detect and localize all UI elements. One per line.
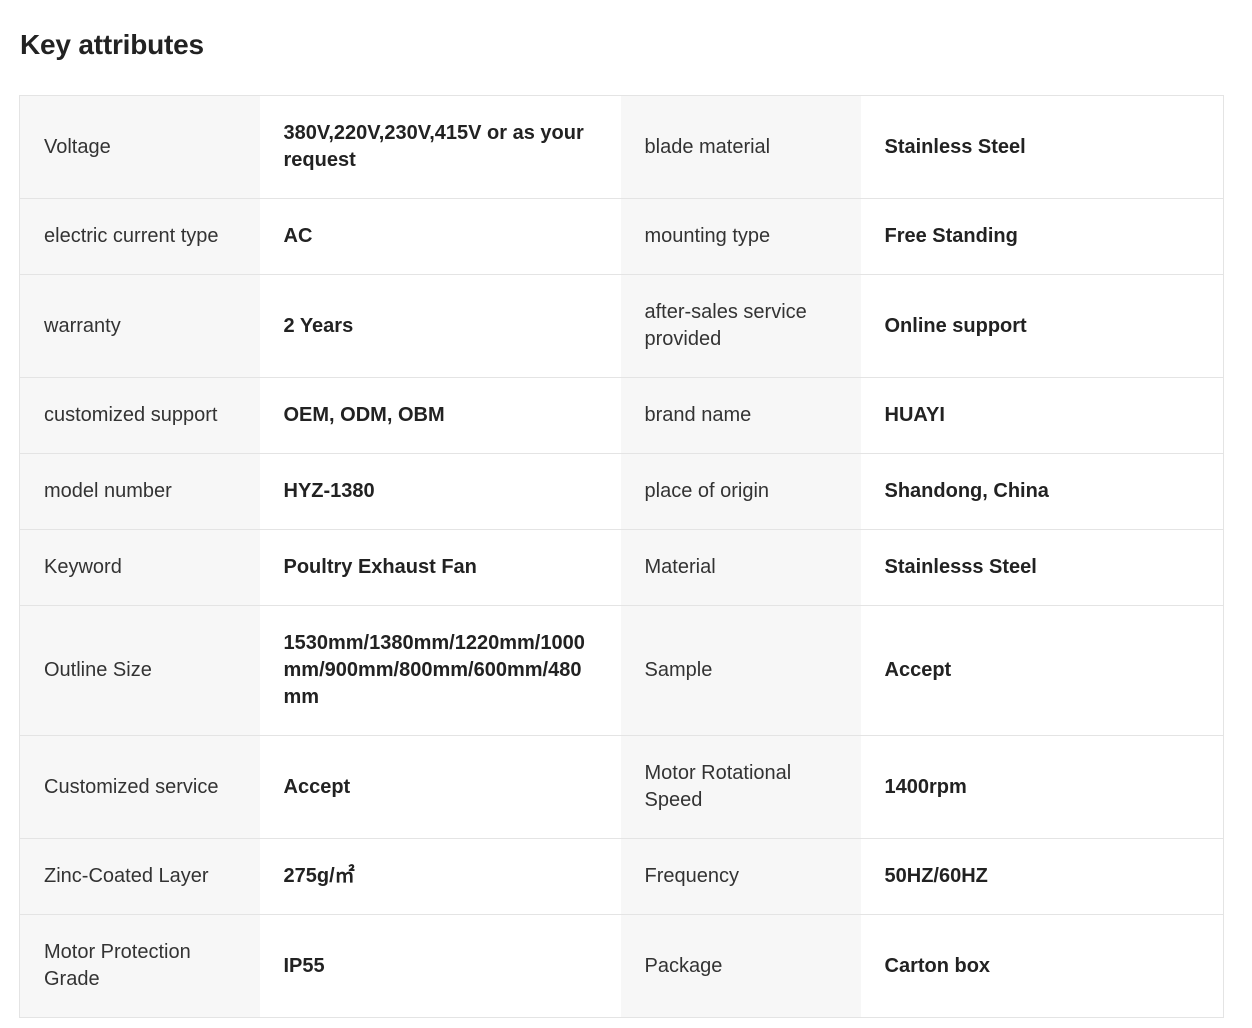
- attribute-label: Motor Protection Grade: [19, 914, 260, 1018]
- table-row: Zinc-Coated Layer 275g/㎡ Frequency 50HZ/…: [19, 838, 1224, 915]
- attribute-value: HYZ-1380: [259, 453, 621, 530]
- attribute-value: Stainlesss Steel: [860, 529, 1224, 606]
- attribute-value: Accept: [259, 735, 621, 839]
- attribute-label: Sample: [620, 605, 861, 736]
- attribute-value: IP55: [259, 914, 621, 1018]
- attribute-label: Package: [620, 914, 861, 1018]
- attribute-value: 1400rpm: [860, 735, 1224, 839]
- table-row: Customized service Accept Motor Rotation…: [19, 735, 1224, 839]
- attribute-label: customized support: [19, 377, 260, 454]
- attribute-label: Zinc-Coated Layer: [19, 838, 260, 915]
- attribute-value: AC: [259, 198, 621, 275]
- attribute-value: Poultry Exhaust Fan: [259, 529, 621, 606]
- attribute-label: Voltage: [19, 95, 260, 199]
- attribute-value: 50HZ/60HZ: [860, 838, 1224, 915]
- table-row: Voltage 380V,220V,230V,415V or as your r…: [19, 95, 1224, 199]
- table-row: customized support OEM, ODM, OBM brand n…: [19, 377, 1224, 454]
- attribute-label: after-sales service provided: [620, 274, 861, 378]
- table-row: electric current type AC mounting type F…: [19, 198, 1224, 275]
- attribute-value: 275g/㎡: [259, 838, 621, 915]
- attribute-value: OEM, ODM, OBM: [259, 377, 621, 454]
- attribute-value: Accept: [860, 605, 1224, 736]
- attribute-label: Customized service: [19, 735, 260, 839]
- attribute-value: Shandong, China: [860, 453, 1224, 530]
- attribute-value: Free Standing: [860, 198, 1224, 275]
- table-row: model number HYZ-1380 place of origin Sh…: [19, 453, 1224, 530]
- attribute-label: Material: [620, 529, 861, 606]
- attribute-label: Outline Size: [19, 605, 260, 736]
- attribute-label: Keyword: [19, 529, 260, 606]
- attribute-label: Motor Rotational Speed: [620, 735, 861, 839]
- attribute-value: Carton box: [860, 914, 1224, 1018]
- key-attributes-table: Voltage 380V,220V,230V,415V or as your r…: [19, 95, 1224, 1018]
- table-row: Keyword Poultry Exhaust Fan Material Sta…: [19, 529, 1224, 606]
- attribute-value: Online support: [860, 274, 1224, 378]
- attribute-label: electric current type: [19, 198, 260, 275]
- attribute-label: model number: [19, 453, 260, 530]
- attribute-value: 380V,220V,230V,415V or as your request: [259, 95, 621, 199]
- attribute-label: mounting type: [620, 198, 861, 275]
- table-row: warranty 2 Years after-sales service pro…: [19, 274, 1224, 378]
- table-row: Motor Protection Grade IP55 Package Cart…: [19, 914, 1224, 1018]
- attribute-value: HUAYI: [860, 377, 1224, 454]
- attribute-value: 2 Years: [259, 274, 621, 378]
- attribute-value: 1530mm/1380mm/1220mm/1000mm/900mm/800mm/…: [259, 605, 621, 736]
- attribute-label: brand name: [620, 377, 861, 454]
- attribute-value: Stainless Steel: [860, 95, 1224, 199]
- section-title: Key attributes: [20, 29, 204, 60]
- attribute-label: Frequency: [620, 838, 861, 915]
- attribute-label: warranty: [19, 274, 260, 378]
- attribute-label: blade material: [620, 95, 861, 199]
- table-row: Outline Size 1530mm/1380mm/1220mm/1000mm…: [19, 605, 1224, 736]
- attribute-label: place of origin: [620, 453, 861, 530]
